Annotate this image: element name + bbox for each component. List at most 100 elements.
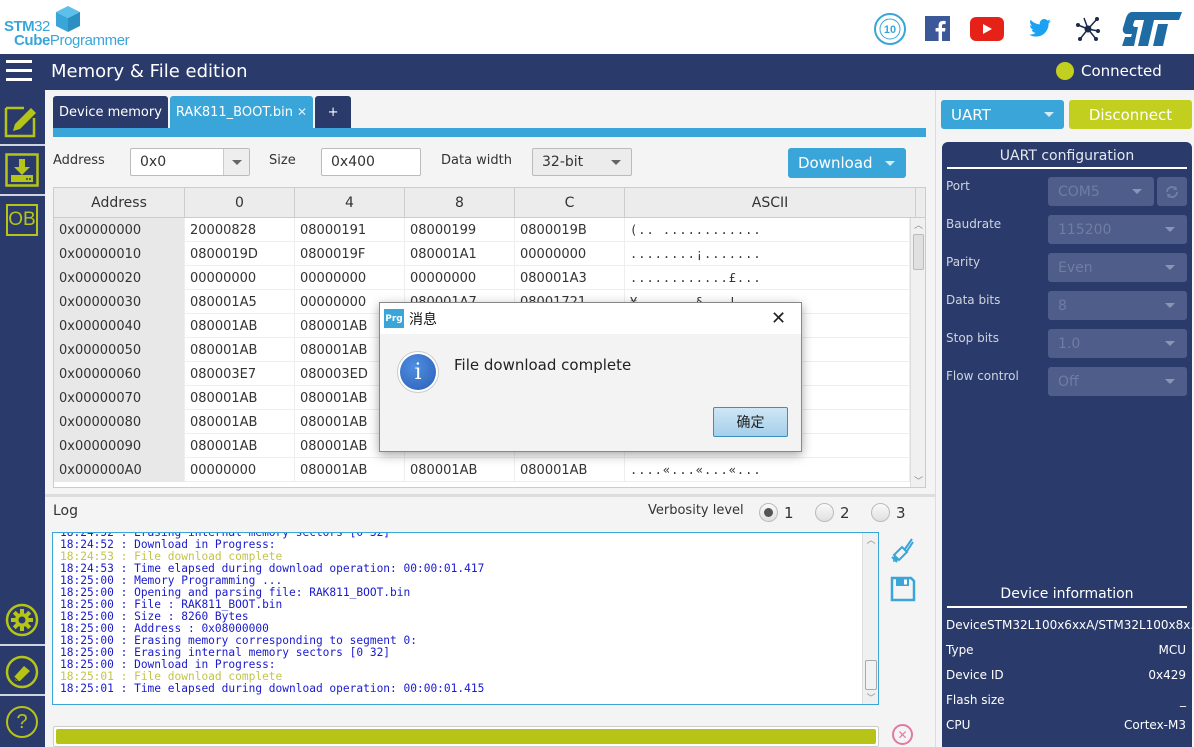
refresh-ports-button[interactable]	[1157, 177, 1187, 206]
log-label: Log	[53, 503, 79, 519]
column-header-8[interactable]: 8	[405, 188, 515, 218]
message-dialog: Prg 消息 ✕ i File download complete 确定	[379, 302, 802, 452]
chevron-down-icon	[1165, 265, 1175, 270]
interface-select[interactable]: UART	[941, 100, 1064, 129]
config-select-port[interactable]: COM5	[1048, 177, 1154, 206]
scroll-up-icon[interactable]: ︿	[911, 218, 925, 232]
verbosity-radio-2[interactable]: 2	[815, 503, 850, 522]
ascii-cell[interactable]: ........¡.......	[625, 242, 910, 266]
config-select-stop-bits[interactable]: 1.0	[1048, 329, 1187, 358]
data-cell[interactable]: 080001AB	[295, 458, 405, 482]
data-cell[interactable]: 20000828	[185, 218, 295, 242]
scroll-down-icon[interactable]: ﹀	[863, 691, 878, 704]
help-icon: ?	[6, 706, 38, 738]
data-cell[interactable]: 080001AB	[185, 386, 295, 410]
chevron-down-icon[interactable]	[885, 161, 895, 166]
data-cell[interactable]: 00000000	[185, 458, 295, 482]
tab-device-memory[interactable]: Device memory	[53, 96, 168, 128]
nav-help-button[interactable]: ?	[2, 702, 42, 742]
data-cell[interactable]: 080001A5	[185, 290, 295, 314]
column-header-0[interactable]: 0	[185, 188, 295, 218]
radio-unselected-icon	[815, 503, 834, 522]
data-cell[interactable]: 080001A3	[515, 266, 625, 290]
data-cell[interactable]: 0800019F	[295, 242, 405, 266]
download-icon	[5, 153, 39, 187]
hamburger-menu-icon[interactable]	[6, 60, 32, 82]
save-log-icon[interactable]	[890, 576, 916, 602]
panel-splitter[interactable]	[45, 494, 935, 497]
table-row[interactable]: 0x00000000 20000828 08000191 08000199 080001…	[54, 218, 910, 242]
data-cell[interactable]: 080001AB	[185, 434, 295, 458]
data-width-select[interactable]: 32-bit	[532, 148, 632, 176]
data-cell[interactable]: 0800019D	[185, 242, 295, 266]
st-logo-icon[interactable]	[1122, 12, 1182, 46]
tab-rak811-boot-bin[interactable]: RAK811_BOOT.bin ✕	[169, 96, 314, 128]
ascii-cell[interactable]: ............£...	[625, 266, 910, 290]
scroll-down-icon[interactable]: ﹀	[911, 474, 925, 487]
config-value: 115200	[1058, 221, 1112, 238]
download-button[interactable]: Download	[788, 148, 906, 178]
table-header: Address 0 4 8 C ASCII	[54, 188, 925, 218]
nav-memory-edit-button[interactable]	[2, 100, 42, 140]
radio-label: 3	[896, 503, 906, 522]
table-row[interactable]: 0x00000010 0800019D 0800019F 080001A1 000000…	[54, 242, 910, 266]
facebook-icon[interactable]	[925, 16, 950, 41]
disconnect-button[interactable]: Disconnect	[1069, 100, 1192, 129]
add-tab-button[interactable]: +	[315, 96, 352, 128]
youtube-icon[interactable]	[970, 17, 1004, 41]
table-row[interactable]: 0x000000A0 00000000 080001AB 080001AB 080001…	[54, 458, 910, 482]
data-cell[interactable]: 00000000	[515, 242, 625, 266]
log-scrollbar[interactable]: ︿ ﹀	[862, 533, 878, 704]
table-row[interactable]: 0x00000020 00000000 00000000 00000000 080001…	[54, 266, 910, 290]
verbosity-radio-1[interactable]: 1	[759, 503, 794, 522]
address-combo[interactable]: 0x0	[130, 148, 250, 176]
clear-log-broom-icon[interactable]	[890, 538, 914, 564]
data-cell[interactable]: 080001AB	[185, 338, 295, 362]
logo-text-cube: Cube	[14, 32, 50, 49]
log-output[interactable]: 18:24:52 : Erasing internal memory secto…	[52, 532, 879, 705]
ascii-cell[interactable]: (.. ............	[625, 218, 910, 242]
scroll-up-icon[interactable]: ︿	[863, 533, 878, 546]
data-cell[interactable]: 080001AB	[515, 458, 625, 482]
dialog-title-bar[interactable]: Prg 消息 ✕	[380, 303, 801, 334]
tab-close-icon[interactable]: ✕	[297, 105, 307, 119]
page-title: Memory & File edition	[51, 61, 248, 82]
network-icon[interactable]	[1075, 16, 1101, 42]
nav-settings-button[interactable]	[2, 600, 42, 640]
data-cell[interactable]: 00000000	[295, 266, 405, 290]
cancel-operation-icon[interactable]: ✕	[892, 724, 913, 745]
verbosity-radio-3[interactable]: 3	[871, 503, 906, 522]
column-header-c[interactable]: C	[515, 188, 625, 218]
config-select-parity[interactable]: Even	[1048, 253, 1187, 282]
data-cell[interactable]: 080003E7	[185, 362, 295, 386]
data-cell[interactable]: 080001AB	[185, 410, 295, 434]
dialog-ok-button[interactable]: 确定	[713, 407, 788, 437]
data-cell[interactable]: 08000199	[405, 218, 515, 242]
data-cell[interactable]: 0800019B	[515, 218, 625, 242]
config-select-data-bits[interactable]: 8	[1048, 291, 1187, 320]
anniversary-10-years-icon[interactable]: 10	[873, 12, 907, 46]
app-badge-icon: Prg	[384, 309, 404, 328]
twitter-icon[interactable]	[1029, 19, 1051, 37]
data-cell[interactable]: 080001A1	[405, 242, 515, 266]
data-cell[interactable]: 080001AB	[405, 458, 515, 482]
dialog-close-icon[interactable]: ✕	[771, 308, 786, 329]
column-header-address[interactable]: Address	[54, 188, 185, 218]
column-header-4[interactable]: 4	[295, 188, 405, 218]
size-input[interactable]: 0x400	[321, 148, 421, 176]
scrollbar-thumb[interactable]	[865, 660, 877, 690]
scrollbar-thumb[interactable]	[913, 234, 924, 270]
nav-download-button[interactable]	[2, 150, 42, 190]
data-cell[interactable]: 080001AB	[185, 314, 295, 338]
table-scrollbar[interactable]: ︿ ﹀	[910, 218, 925, 487]
data-cell[interactable]: 00000000	[405, 266, 515, 290]
column-header-ascii[interactable]: ASCII	[625, 188, 916, 218]
data-cell[interactable]: 00000000	[185, 266, 295, 290]
config-select-baudrate[interactable]: 115200	[1048, 215, 1187, 244]
data-cell[interactable]: 08000191	[295, 218, 405, 242]
config-select-flow-control[interactable]: Off	[1048, 367, 1187, 396]
address-dropdown-button[interactable]	[223, 149, 249, 175]
nav-option-bytes-button[interactable]: OB	[2, 200, 42, 240]
ascii-cell[interactable]: ....«...«...«...	[625, 458, 910, 482]
nav-erase-button[interactable]	[2, 652, 42, 692]
